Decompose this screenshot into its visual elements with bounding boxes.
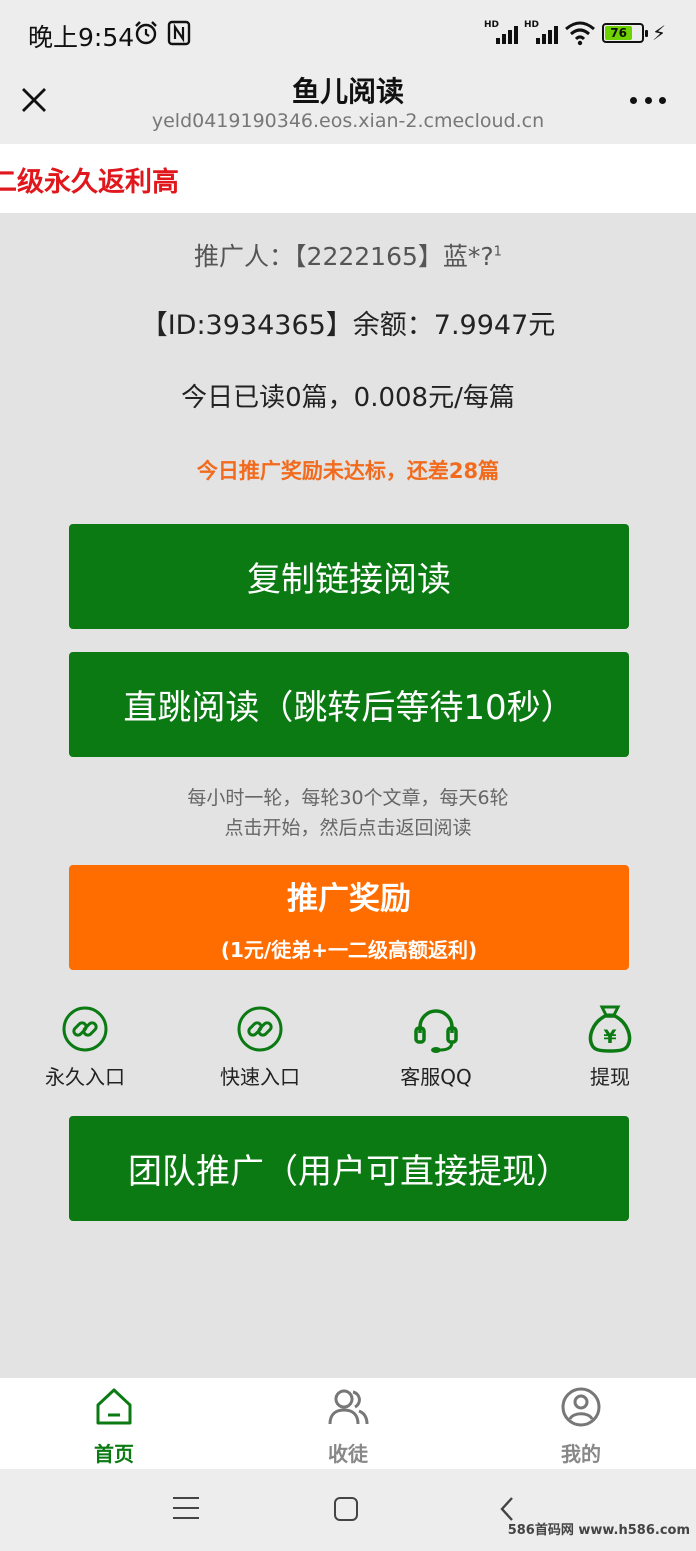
balance-info: 【ID:3934365】余额：7.9947元 [140,310,556,341]
tab-mine[interactable]: 我的 [521,1386,641,1467]
reward-warning: 今日推广奖励未达标，还差28篇 [196,459,500,483]
wifi-icon [564,21,595,46]
promo-banner: 二级永久返利高 [0,144,696,213]
quick-link-permanent[interactable]: 永久入口 [20,1003,150,1090]
charging-icon: ⚡ [651,21,666,45]
quick-link-support-qq[interactable]: 客服QQ [371,1003,501,1090]
home-square-icon[interactable] [334,1497,358,1521]
link-icon [62,1006,108,1052]
quick-link-label: 永久入口 [45,1065,125,1089]
system-nav-bar: 586首码网 www.h586.com [0,1469,696,1551]
status-bar: 晚上9:54 HD HD 76 ⚡ [0,0,696,66]
page-title: 鱼儿阅读 [291,75,404,108]
watermark: 586首码网 www.h586.com [507,1523,690,1538]
today-read-info: 今日已读0篇，0.008元/每篇 [181,383,515,413]
more-icon[interactable] [630,92,666,108]
headset-icon [414,1009,458,1053]
nfc-icon [167,20,191,46]
signal-icon: HD [524,20,558,46]
tab-recruit[interactable]: 收徒 [288,1386,408,1467]
link-icon [237,1006,283,1052]
promoter-text: 推广人：【2222165】蓝*? [194,242,494,271]
quick-link-withdraw[interactable]: ¥ 提现 [545,1003,675,1090]
quick-link-label: 客服QQ [400,1065,472,1089]
reading-hint: 每小时一轮，每轮30个文章，每天6轮 点击开始，然后点击返回阅读 [0,783,696,843]
direct-jump-read-button[interactable]: 直跳阅读（跳转后等待10秒） [69,652,629,757]
hint-line: 每小时一轮，每轮30个文章，每天6轮 [187,787,509,809]
status-time: 晚上9:54 [28,23,135,52]
reward-subtitle: (1元/徒弟+一二级高额返利) [220,937,478,962]
user-icon [561,1387,601,1427]
team-promotion-button[interactable]: 团队推广（用户可直接提现） [69,1116,629,1221]
home-icon [96,1388,132,1425]
tab-home[interactable]: 首页 [54,1386,174,1467]
browser-nav-bar: 鱼儿阅读 yeld0419190346.eos.xian-2.cmecloud.… [0,66,696,144]
copy-link-read-button[interactable]: 复制链接阅读 [69,524,629,629]
promoter-sup: 1 [493,244,502,260]
alarm-icon [135,21,157,45]
main-content: 推广人：【2222165】蓝*?1 【ID:3934365】余额：7.9947元… [0,213,696,1378]
money-bag-icon: ¥ [588,1005,632,1053]
reward-title: 推广奖励 [287,880,411,917]
promoter-info: 推广人：【2222165】蓝*?1 [0,237,696,273]
tab-label: 收徒 [328,1442,368,1466]
quick-link-fast[interactable]: 快速入口 [195,1003,325,1090]
signal-icon: HD [484,20,518,46]
battery-icon: 76 [601,23,648,43]
hint-line: 点击开始，然后点击返回阅读 [224,817,472,839]
page-url: yeld0419190346.eos.xian-2.cmecloud.cn [151,110,545,132]
promotion-reward-button[interactable]: 推广奖励 (1元/徒弟+一二级高额返利) [69,865,629,970]
svg-text:¥: ¥ [603,1026,616,1048]
menu-icon[interactable] [173,1497,199,1519]
bottom-tab-bar: 首页 收徒 我的 [0,1378,696,1469]
tab-label: 我的 [561,1442,601,1466]
quick-link-label: 快速入口 [220,1065,300,1089]
users-icon [328,1389,369,1425]
quick-link-label: 提现 [590,1065,630,1089]
banner-text: 二级永久返利高 [0,167,179,198]
tab-label: 首页 [94,1442,134,1466]
battery-level: 76 [604,26,633,40]
